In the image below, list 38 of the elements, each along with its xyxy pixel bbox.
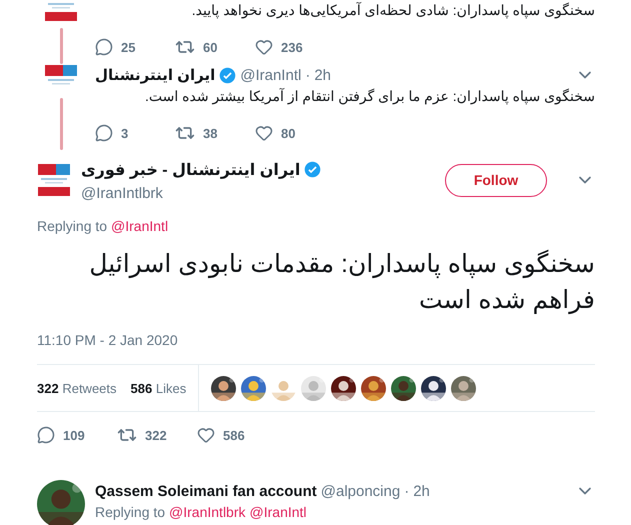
retweet-count: 38 — [203, 126, 218, 140]
mention-link[interactable]: @IranIntl — [111, 218, 168, 234]
like-icon[interactable] — [197, 426, 215, 444]
retweet-count: 60 — [203, 40, 218, 54]
like-count: 80 — [281, 126, 296, 140]
retweets-stat[interactable]: 322 Retweets — [37, 380, 117, 396]
likes-stat[interactable]: 586 Likes — [130, 380, 186, 396]
tweet-text: سخنگوی سپاه پاسداران: شادی لحظه‌ای آمریکایی‌ها دیری نخواهد پایید. — [190, 1, 595, 20]
retweet-count: 322 — [145, 428, 167, 442]
reply-icon[interactable] — [37, 426, 55, 444]
account-handle: @IranIntlbrk — [81, 184, 164, 202]
tweet-text: سخنگوی سپاه پاسداران: عزم ما برای گرفتن انتقام از آمریکا بیشتر شده است. — [144, 87, 595, 106]
follow-button[interactable]: Follow — [445, 164, 547, 196]
tweet-text: سخنگوی سپاه پاسداران: مقدمات نابودی اسرائیل فراهم شده است — [88, 248, 595, 316]
account-handle: @IranIntl — [240, 66, 302, 84]
account-handle: @alponcing — [320, 482, 400, 500]
account-name[interactable]: ایران اینترنشنال - خبر فوری — [81, 160, 300, 180]
account-name[interactable]: Qassem Soleimani fan account — [95, 482, 317, 500]
like-icon[interactable] — [255, 124, 273, 142]
tweet-time: 2h — [314, 66, 332, 84]
reply-icon[interactable] — [95, 38, 113, 56]
account-name[interactable]: ایران اینترنشنال — [95, 66, 216, 84]
like-icon[interactable] — [255, 38, 273, 56]
reply-count: 109 — [63, 428, 85, 442]
replying-label: Replying to — [95, 504, 166, 520]
tweet-time: 2h — [413, 482, 430, 500]
separator-dot: · — [404, 482, 410, 500]
reply-count: 3 — [121, 126, 128, 140]
reply-icon[interactable] — [95, 124, 113, 142]
tweet-timestamp: 11:10 PM - 2 Jan 2020 — [37, 332, 179, 350]
mention-link[interactable]: @IranIntl — [250, 504, 307, 520]
like-count: 586 — [223, 428, 245, 442]
reply-count: 25 — [121, 40, 136, 54]
separator-dot: · — [305, 66, 310, 84]
logo-icon — [37, 163, 71, 197]
replying-label: Replying to — [37, 218, 108, 234]
like-count: 236 — [281, 40, 303, 54]
mention-link[interactable]: @IranIntlbrk — [169, 504, 246, 520]
